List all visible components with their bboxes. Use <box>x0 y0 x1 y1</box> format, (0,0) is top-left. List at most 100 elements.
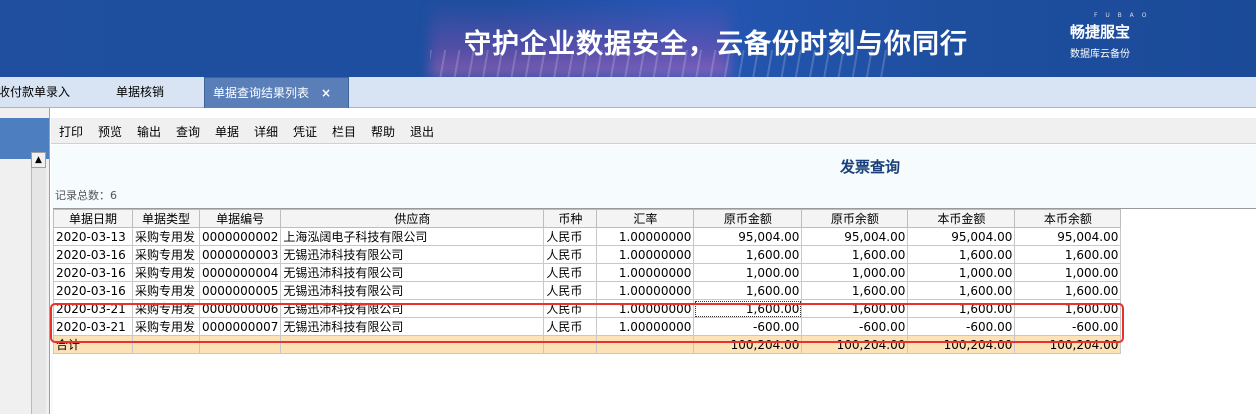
cell-local-amount[interactable]: 1,600.00 <box>907 299 1016 318</box>
column-header-local-balance[interactable]: 本币余额 <box>1014 209 1122 228</box>
cell-code[interactable]: 0000000005 <box>198 281 282 300</box>
column-header-supplier[interactable]: 供应商 <box>280 209 545 228</box>
table-row[interactable]: 2020-03-16 采购专用发 0000000003 无锡迅沛科技有限公司 人民币 1.… <box>53 245 1122 264</box>
cell-local-balance[interactable]: 1,600.00 <box>1014 299 1122 318</box>
help-button[interactable]: 帮助 <box>367 122 399 140</box>
column-header-rate[interactable]: 汇率 <box>596 209 695 228</box>
query-button[interactable]: 查询 <box>172 122 204 140</box>
cell-orig-balance[interactable]: 1,600.00 <box>801 299 909 318</box>
cell-currency[interactable]: 人民币 <box>543 299 598 318</box>
cell-rate[interactable]: 1.00000000 <box>596 245 695 264</box>
cell-type[interactable]: 采购专用发 <box>132 299 200 318</box>
tab-label: 单据核销 <box>116 85 165 99</box>
cell-currency[interactable]: 人民币 <box>543 317 598 336</box>
cell-local-amount[interactable]: 1,000.00 <box>907 263 1016 282</box>
column-header-date[interactable]: 单据日期 <box>53 209 133 228</box>
cell-local-balance[interactable]: -600.00 <box>1014 317 1122 336</box>
export-button[interactable]: 输出 <box>133 122 165 140</box>
cell-date[interactable]: 2020-03-16 <box>53 281 133 300</box>
total-row: 合计 100,204.00 100,204.00 100,204.00 100,204.… <box>53 335 1122 354</box>
header-banner: 守护企业数据安全，云备份时刻与你同行 F U B A O 畅捷服宝 数据库云备份 <box>0 0 1256 77</box>
cell-orig-amount[interactable]: 1,600.00 <box>693 245 803 264</box>
cell-orig-balance[interactable]: 1,600.00 <box>801 281 909 300</box>
cell-type[interactable]: 采购专用发 <box>132 317 200 336</box>
cell-local-amount[interactable]: -600.00 <box>907 317 1016 336</box>
cell-local-amount[interactable]: 1,600.00 <box>907 281 1016 300</box>
table-row[interactable]: 2020-03-13 采购专用发 0000000002 上海泓阔电子科技有限公司 人民币… <box>53 227 1122 246</box>
cell-currency[interactable]: 人民币 <box>543 263 598 282</box>
cell-orig-amount[interactable]: 1,600.00 <box>693 281 803 300</box>
column-header-type[interactable]: 单据类型 <box>132 209 200 228</box>
cell-local-balance[interactable]: 1,000.00 <box>1014 263 1122 282</box>
cell-date[interactable]: 2020-03-21 <box>53 299 133 318</box>
cell-code[interactable]: 0000000006 <box>198 299 282 318</box>
results-table: 单据日期 单据类型 单据编号 供应商 币种 汇率 原币金额 原币余额 本币金额 本币余额 2020… <box>53 209 1122 354</box>
table-row[interactable]: 2020-03-21 采购专用发 0000000006 无锡迅沛科技有限公司 人民币 1.… <box>53 299 1122 318</box>
cell-local-amount[interactable]: 1,600.00 <box>907 245 1016 264</box>
cell-supplier[interactable]: 上海泓阔电子科技有限公司 <box>280 227 545 246</box>
detail-button[interactable]: 详细 <box>250 122 282 140</box>
cell-rate[interactable]: 1.00000000 <box>596 281 695 300</box>
cell-orig-amount[interactable]: 1,000.00 <box>693 263 803 282</box>
cell-local-balance[interactable]: 1,600.00 <box>1014 245 1122 264</box>
cell-type[interactable]: 采购专用发 <box>132 281 200 300</box>
cell-code[interactable]: 0000000007 <box>198 317 282 336</box>
cell-rate[interactable]: 1.00000000 <box>596 227 695 246</box>
tab-payment-entry[interactable]: 收付款单录入 <box>0 77 82 108</box>
cell-rate[interactable]: 1.00000000 <box>596 263 695 282</box>
cell-currency[interactable]: 人民币 <box>543 281 598 300</box>
cell-date[interactable]: 2020-03-16 <box>53 245 133 264</box>
print-button[interactable]: 打印 <box>55 122 87 140</box>
cell-orig-amount[interactable]: 95,004.00 <box>693 227 803 246</box>
column-header-code[interactable]: 单据编号 <box>198 209 282 228</box>
cell-supplier[interactable]: 无锡迅沛科技有限公司 <box>280 299 545 318</box>
column-header-orig-amount[interactable]: 原币金额 <box>693 209 803 228</box>
table-row[interactable]: 2020-03-21 采购专用发 0000000007 无锡迅沛科技有限公司 人民币 1.… <box>53 317 1122 336</box>
cell-supplier[interactable]: 无锡迅沛科技有限公司 <box>280 317 545 336</box>
cell-orig-balance[interactable]: 1,600.00 <box>801 245 909 264</box>
page-title: 发票查询 <box>840 158 901 176</box>
column-header-local-amount[interactable]: 本币金额 <box>907 209 1016 228</box>
column-header-orig-balance[interactable]: 原币余额 <box>801 209 909 228</box>
cell-rate[interactable]: 1.00000000 <box>596 299 695 318</box>
cell-orig-amount[interactable]: 1,600.00 <box>693 299 803 318</box>
cell-date[interactable]: 2020-03-21 <box>53 317 133 336</box>
cell-currency[interactable]: 人民币 <box>543 227 598 246</box>
columns-button[interactable]: 栏目 <box>328 122 360 140</box>
cell-code[interactable]: 0000000004 <box>198 263 282 282</box>
table-row[interactable]: 2020-03-16 采购专用发 0000000004 无锡迅沛科技有限公司 人民币 1.… <box>53 263 1122 282</box>
total-cell-date: 合计 <box>53 335 133 354</box>
cell-code[interactable]: 0000000002 <box>198 227 282 246</box>
cell-type[interactable]: 采购专用发 <box>132 263 200 282</box>
preview-button[interactable]: 预览 <box>94 122 126 140</box>
cell-supplier[interactable]: 无锡迅沛科技有限公司 <box>280 245 545 264</box>
record-count-value: 6 <box>110 189 117 202</box>
exit-button[interactable]: 退出 <box>406 122 438 140</box>
certificate-button[interactable]: 凭证 <box>289 122 321 140</box>
cell-orig-balance[interactable]: -600.00 <box>801 317 909 336</box>
tab-query-results[interactable]: 单据查询结果列表 × <box>204 77 349 108</box>
cell-rate[interactable]: 1.00000000 <box>596 317 695 336</box>
left-scrollbar[interactable] <box>31 168 46 414</box>
brand-name: 畅捷服宝 <box>1070 23 1131 41</box>
cell-supplier[interactable]: 无锡迅沛科技有限公司 <box>280 281 545 300</box>
voucher-button[interactable]: 单据 <box>211 122 243 140</box>
cell-date[interactable]: 2020-03-13 <box>53 227 133 246</box>
cell-local-balance[interactable]: 95,004.00 <box>1014 227 1122 246</box>
table-row[interactable]: 2020-03-16 采购专用发 0000000005 无锡迅沛科技有限公司 人民币 1.… <box>53 281 1122 300</box>
cell-currency[interactable]: 人民币 <box>543 245 598 264</box>
cell-orig-amount[interactable]: -600.00 <box>693 317 803 336</box>
cell-type[interactable]: 采购专用发 <box>132 245 200 264</box>
close-icon[interactable]: × <box>321 86 331 100</box>
tab-voucher-writeoff[interactable]: 单据核销 <box>116 77 196 108</box>
cell-code[interactable]: 0000000003 <box>198 245 282 264</box>
cell-local-balance[interactable]: 1,600.00 <box>1014 281 1122 300</box>
cell-orig-balance[interactable]: 1,000.00 <box>801 263 909 282</box>
scroll-up-arrow-icon[interactable]: ▲ <box>31 152 46 168</box>
cell-local-amount[interactable]: 95,004.00 <box>907 227 1016 246</box>
cell-type[interactable]: 采购专用发 <box>132 227 200 246</box>
cell-orig-balance[interactable]: 95,004.00 <box>801 227 909 246</box>
column-header-currency[interactable]: 币种 <box>543 209 598 228</box>
cell-date[interactable]: 2020-03-16 <box>53 263 133 282</box>
cell-supplier[interactable]: 无锡迅沛科技有限公司 <box>280 263 545 282</box>
